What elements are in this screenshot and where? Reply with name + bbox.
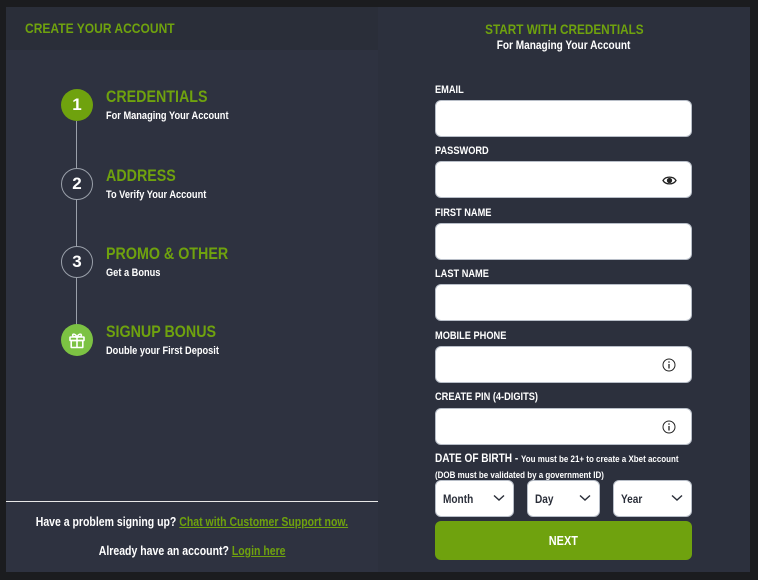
chevron-down-icon bbox=[671, 494, 683, 501]
create-account-title: CREATE YOUR ACCOUNT bbox=[25, 20, 175, 36]
dob-label: DATE OF BIRTH - You must be 21+ to creat… bbox=[435, 451, 695, 483]
next-button[interactable]: NEXT bbox=[435, 521, 692, 560]
gift-icon bbox=[61, 324, 93, 356]
mobile-phone-input[interactable] bbox=[436, 347, 691, 382]
chevron-down-icon bbox=[493, 494, 505, 501]
email-label: EMAIL bbox=[435, 84, 464, 96]
dob-title: DATE OF BIRTH - bbox=[435, 451, 522, 465]
steps-panel: CREATE YOUR ACCOUNT 1 CREDENTIALS For Ma… bbox=[6, 7, 378, 572]
email-field[interactable] bbox=[435, 100, 692, 137]
mobile-phone-label: MOBILE PHONE bbox=[435, 330, 507, 342]
chevron-down-icon bbox=[579, 494, 591, 501]
step-subtitle: Get a Bonus bbox=[106, 267, 161, 279]
form-subtitle: For Managing Your Account bbox=[497, 38, 631, 52]
pin-field[interactable] bbox=[435, 408, 692, 445]
signup-form: START WITH CREDENTIALS For Managing Your… bbox=[378, 7, 750, 572]
footer-divider bbox=[6, 501, 378, 502]
step-subtitle: To Verify Your Account bbox=[106, 189, 207, 201]
dob-month-select[interactable]: Month bbox=[435, 480, 514, 517]
password-field[interactable] bbox=[435, 161, 692, 198]
step-title: SIGNUP BONUS bbox=[106, 322, 217, 341]
step-connector-line bbox=[76, 121, 77, 333]
dob-year-select[interactable]: Year bbox=[613, 480, 692, 517]
email-input[interactable] bbox=[436, 101, 691, 136]
step-number-badge: 1 bbox=[61, 89, 93, 121]
login-prompt: Already have an account? Login here bbox=[6, 544, 378, 558]
step-subtitle: For Managing Your Account bbox=[106, 110, 229, 122]
login-link[interactable]: Login here bbox=[232, 544, 286, 558]
eye-icon[interactable] bbox=[661, 173, 677, 187]
pin-label: CREATE PIN (4-DIGITS) bbox=[435, 391, 539, 403]
last-name-label: LAST NAME bbox=[435, 268, 489, 280]
password-input[interactable] bbox=[436, 162, 691, 197]
first-name-label: FIRST NAME bbox=[435, 207, 492, 219]
first-name-input[interactable] bbox=[436, 224, 691, 259]
left-header: CREATE YOUR ACCOUNT bbox=[6, 7, 378, 50]
info-icon[interactable] bbox=[661, 420, 677, 434]
step-number-badge: 3 bbox=[61, 246, 93, 278]
step-title: ADDRESS bbox=[106, 166, 176, 185]
last-name-field[interactable] bbox=[435, 284, 692, 321]
mobile-phone-field[interactable] bbox=[435, 346, 692, 383]
support-prompt: Have a problem signing up? Chat with Cus… bbox=[6, 515, 378, 529]
problem-text: Have a problem signing up? bbox=[35, 515, 177, 529]
account-text: Already have an account? bbox=[98, 544, 229, 558]
step-title: PROMO & OTHER bbox=[106, 244, 229, 263]
password-label: PASSWORD bbox=[435, 145, 489, 157]
first-name-field[interactable] bbox=[435, 223, 692, 260]
info-icon[interactable] bbox=[661, 358, 677, 372]
form-title: START WITH CREDENTIALS bbox=[484, 21, 644, 37]
last-name-input[interactable] bbox=[436, 285, 691, 320]
pin-input[interactable] bbox=[436, 409, 691, 444]
step-subtitle: Double your First Deposit bbox=[106, 345, 219, 357]
chat-support-link[interactable]: Chat with Customer Support now. bbox=[179, 515, 348, 529]
step-title: CREDENTIALS bbox=[106, 87, 208, 106]
dob-day-select[interactable]: Day bbox=[527, 480, 600, 517]
step-number-badge: 2 bbox=[61, 168, 93, 200]
